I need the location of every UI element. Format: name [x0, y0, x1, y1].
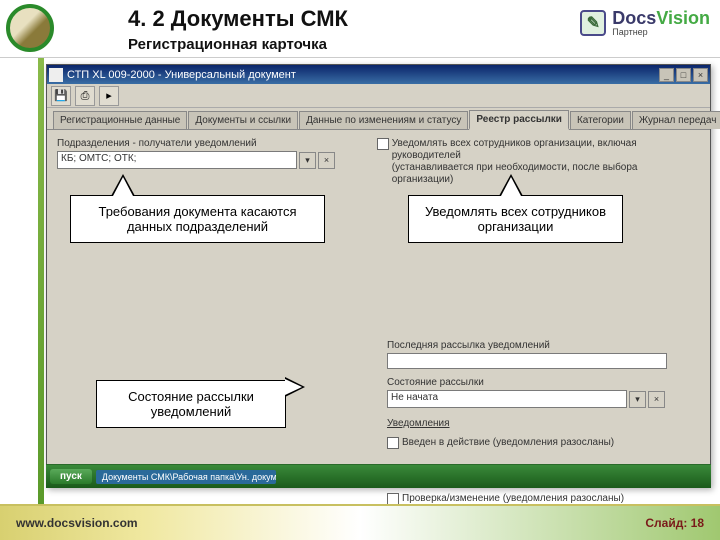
- notify-all-label: Уведомлять всех сотрудников организации,…: [392, 138, 637, 161]
- brand-subtext: Партнер: [612, 27, 710, 37]
- minimize-button[interactable]: _: [659, 68, 674, 82]
- taskbar[interactable]: пуск Документы СМК\Рабочая папка\Ун. док…: [46, 464, 711, 488]
- toolbar-action-icon[interactable]: ▸: [99, 86, 119, 106]
- notifications-header: Уведомления: [387, 418, 687, 429]
- checkbox-icon[interactable]: [387, 437, 399, 449]
- slide-subtitle: Регистрационная карточка: [128, 36, 327, 53]
- tab-categories[interactable]: Категории: [570, 111, 631, 129]
- callout-notify-all-text: Уведомлять всех сотрудников организации: [425, 204, 606, 234]
- footer-url: www.docsvision.com: [16, 516, 138, 530]
- footer-slide-number: Слайд: 18: [645, 516, 704, 530]
- departments-dropdown-button[interactable]: ▾: [299, 152, 316, 169]
- last-sent-field[interactable]: [387, 353, 667, 369]
- tab-distribution-registry[interactable]: Реестр рассылки: [469, 110, 569, 130]
- state-clear-button[interactable]: ×: [648, 391, 665, 408]
- close-button[interactable]: ×: [693, 68, 708, 82]
- callout-departments-text: Требования документа касаются данных под…: [98, 204, 296, 234]
- callout-arrow-icon: [499, 174, 523, 196]
- accent-bar: [38, 58, 44, 504]
- toolbar: 💾 ⎙ ▸: [47, 84, 710, 108]
- brand-logo: ✎ DocsVision Партнер: [580, 8, 710, 37]
- callout-state: Состояние рассылки уведомлений: [96, 380, 286, 428]
- chk-activated[interactable]: Введен в действие (уведомления разосланы…: [387, 437, 687, 449]
- app-icon: [49, 68, 63, 82]
- company-logo-icon: [6, 4, 54, 52]
- slide-title: 4. 2 Документы СМК: [128, 6, 348, 32]
- start-button[interactable]: пуск: [50, 469, 92, 484]
- toolbar-save-icon[interactable]: 💾: [51, 86, 71, 106]
- window-titlebar[interactable]: СТП XL 009-2000 - Универсальный документ…: [47, 65, 710, 84]
- window-title: СТП XL 009-2000 - Универсальный документ: [67, 69, 659, 81]
- last-sent-label: Последняя рассылка уведомлений: [387, 340, 687, 351]
- brand-text: DocsVision: [612, 8, 710, 28]
- state-input[interactable]: Не начата: [387, 390, 627, 408]
- tab-docs-links[interactable]: Документы и ссылки: [188, 111, 298, 129]
- taskbar-item[interactable]: Документы СМК\Рабочая папка\Ун. документ: [96, 470, 276, 484]
- callout-arrow-icon: [285, 377, 305, 397]
- departments-clear-button[interactable]: ×: [318, 152, 335, 169]
- slide-footer: www.docsvision.com Слайд: 18: [0, 504, 720, 540]
- toolbar-print-icon[interactable]: ⎙: [75, 86, 95, 106]
- callout-state-text: Состояние рассылки уведомлений: [128, 389, 254, 419]
- tab-transfer-log[interactable]: Журнал передач: [632, 111, 720, 129]
- state-label: Состояние рассылки: [387, 377, 687, 388]
- chk-activated-label: Введен в действие (уведомления разосланы…: [402, 437, 614, 449]
- form-body: Подразделения - получатели уведомлений К…: [47, 130, 710, 487]
- tab-changes-status[interactable]: Данные по изменениям и статусу: [299, 111, 468, 129]
- maximize-button[interactable]: □: [676, 68, 691, 82]
- callout-notify-all: Уведомлять всех сотрудников организации: [408, 195, 623, 243]
- departments-input[interactable]: КБ; ОМТС; ОТК;: [57, 151, 297, 169]
- tab-reg-data[interactable]: Регистрационные данные: [53, 111, 187, 129]
- callout-arrow-icon: [111, 174, 135, 196]
- slide-header: 4. 2 Документы СМК Регистрационная карто…: [0, 0, 720, 58]
- notify-all-row[interactable]: Уведомлять всех сотрудников организации,…: [377, 138, 700, 186]
- departments-label: Подразделения - получатели уведомлений: [57, 138, 357, 149]
- callout-departments: Требования документа касаются данных под…: [70, 195, 325, 243]
- tab-strip: Регистрационные данные Документы и ссылк…: [47, 108, 710, 130]
- brand-mark-icon: ✎: [580, 10, 606, 36]
- state-dropdown-button[interactable]: ▾: [629, 391, 646, 408]
- notify-all-checkbox[interactable]: [377, 138, 389, 150]
